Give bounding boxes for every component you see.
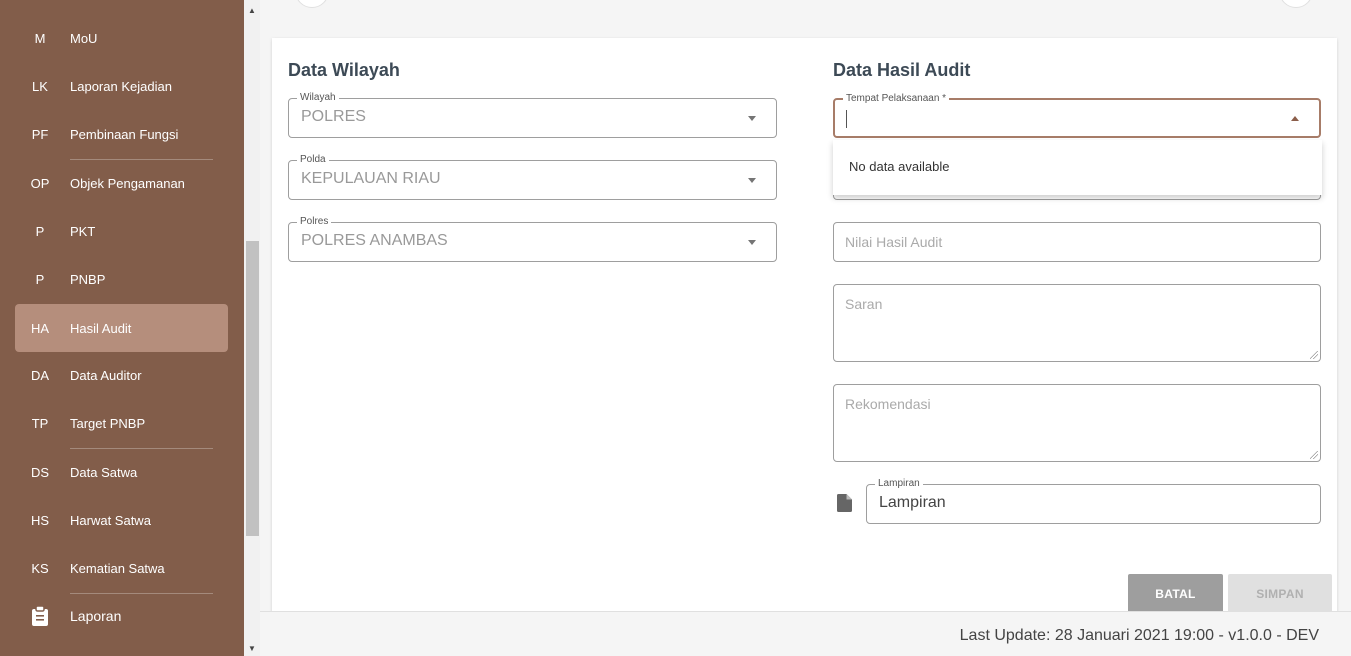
no-data-message: No data available	[849, 159, 950, 174]
sidebar-item-abbr: DS	[30, 464, 50, 480]
saran-textarea[interactable]: Saran	[833, 284, 1321, 362]
footer: Last Update: 28 Januari 2021 19:00 - v1.…	[260, 611, 1351, 656]
sidebar-item-abbr: M	[34, 30, 46, 46]
sidebar-item-label: Harwat Satwa	[70, 512, 151, 528]
chevron-up-icon[interactable]	[1291, 116, 1299, 121]
sidebar: M MoU LK Laporan Kejadian PF Pembinaan F…	[0, 0, 244, 656]
lampiran-value: Lampiran	[879, 494, 946, 511]
batal-button[interactable]: BATAL	[1128, 574, 1223, 614]
step-indicator-circle	[1279, 0, 1313, 8]
sidebar-item-pembinaan-fungsi[interactable]: PF Pembinaan Fungsi	[15, 110, 228, 158]
sidebar-item-abbr: TP	[31, 415, 49, 431]
sidebar-item-abbr: P	[35, 223, 45, 239]
sidebar-item-label: Hasil Audit	[70, 320, 132, 336]
saran-placeholder: Saran	[845, 296, 883, 312]
sidebar-item-label: PNBP	[70, 271, 106, 287]
simpan-button[interactable]: SIMPAN	[1228, 574, 1332, 614]
wilayah-value: POLRES	[301, 108, 366, 125]
polda-legend: Polda	[297, 154, 329, 166]
chevron-down-icon[interactable]	[748, 178, 756, 183]
rekomendasi-placeholder: Rekomendasi	[845, 396, 931, 412]
wilayah-legend: Wilayah	[297, 92, 339, 104]
sidebar-item-objek-pengamanan[interactable]: OP Objek Pengamanan	[15, 159, 228, 207]
polda-select[interactable]: Polda KEPULAUAN RIAU	[288, 154, 777, 200]
file-icon[interactable]	[837, 494, 852, 512]
scroll-down-arrow-icon[interactable]: ▼	[244, 640, 260, 656]
sidebar-item-label: Laporan Kejadian	[70, 78, 172, 94]
wilayah-select[interactable]: Wilayah POLRES	[288, 92, 777, 138]
sidebar-item-label: Data Auditor	[70, 367, 142, 383]
sidebar-item-harwat-satwa[interactable]: HS Harwat Satwa	[15, 496, 228, 544]
sidebar-item-target-pnbp[interactable]: TP Target PNBP	[15, 399, 228, 447]
sidebar-item-mou[interactable]: M MoU	[15, 14, 228, 62]
data-hasil-audit-title: Data Hasil Audit	[833, 60, 971, 80]
sidebar-item-pkt[interactable]: P PKT	[15, 207, 228, 255]
sidebar-item-abbr: HA	[30, 320, 50, 336]
scroll-up-arrow-icon[interactable]: ▲	[244, 2, 260, 18]
last-update-text: Last Update: 28 Januari 2021 19:00 - v1.…	[959, 627, 1319, 644]
sidebar-item-label: Laporan	[70, 608, 122, 624]
data-wilayah-title: Data Wilayah	[288, 60, 400, 80]
step-indicator-circle	[295, 0, 329, 8]
sidebar-item-abbr: DA	[30, 367, 50, 383]
polres-value: POLRES ANAMBAS	[301, 232, 448, 249]
sidebar-item-label: Objek Pengamanan	[70, 175, 185, 191]
tempat-pelaksanaan-legend: Tempat Pelaksanaan *	[843, 93, 950, 105]
sidebar-item-abbr: PF	[31, 126, 49, 142]
sidebar-item-abbr: KS	[31, 560, 49, 576]
resize-grip-icon[interactable]	[1310, 451, 1318, 459]
polda-value: KEPULAUAN RIAU	[301, 170, 441, 187]
sidebar-item-abbr: OP	[30, 175, 50, 191]
clipboard-icon	[15, 606, 65, 626]
sidebar-item-pnbp[interactable]: P PNBP	[15, 255, 228, 303]
rekomendasi-textarea[interactable]: Rekomendasi	[833, 384, 1321, 462]
resize-grip-icon[interactable]	[1310, 351, 1318, 359]
chevron-down-icon[interactable]	[748, 116, 756, 121]
scrollbar-thumb[interactable]	[246, 241, 259, 536]
sidebar-scrollbar[interactable]: ▲ ▼	[244, 0, 260, 656]
sidebar-item-laporan-kejadian[interactable]: LK Laporan Kejadian	[15, 62, 228, 110]
sidebar-item-abbr: P	[35, 271, 45, 287]
sidebar-item-label: Target PNBP	[70, 415, 146, 431]
lampiran-file-input[interactable]: Lampiran Lampiran	[866, 478, 1321, 524]
sidebar-item-label: PKT	[70, 223, 96, 239]
sidebar-item-data-auditor[interactable]: DA Data Auditor	[15, 351, 228, 399]
sidebar-item-data-satwa[interactable]: DS Data Satwa	[15, 448, 228, 496]
sidebar-item-kematian-satwa[interactable]: KS Kematian Satwa	[15, 544, 228, 592]
sidebar-item-label: Kematian Satwa	[70, 560, 165, 576]
sidebar-item-abbr: HS	[30, 512, 50, 528]
sidebar-item-label: Pembinaan Fungsi	[70, 126, 179, 142]
chevron-down-icon[interactable]	[748, 240, 756, 245]
sidebar-item-laporan[interactable]: Laporan	[15, 592, 228, 640]
sidebar-item-label: Data Satwa	[70, 464, 138, 480]
polres-select[interactable]: Polres POLRES ANAMBAS	[288, 216, 777, 262]
sidebar-item-hasil-audit[interactable]: HA Hasil Audit	[15, 304, 228, 352]
polres-legend: Polres	[297, 216, 332, 228]
sidebar-item-abbr: LK	[32, 78, 48, 94]
tempat-pelaksanaan-dropdown: No data available	[833, 140, 1322, 195]
tempat-pelaksanaan-select[interactable]: Tempat Pelaksanaan *	[833, 93, 1321, 138]
text-cursor	[846, 110, 847, 128]
nilai-hasil-audit-input[interactable]: Nilai Hasil Audit	[833, 222, 1321, 262]
nilai-hasil-audit-placeholder: Nilai Hasil Audit	[845, 234, 943, 250]
sidebar-item-label: MoU	[70, 30, 98, 46]
lampiran-legend: Lampiran	[875, 478, 923, 490]
